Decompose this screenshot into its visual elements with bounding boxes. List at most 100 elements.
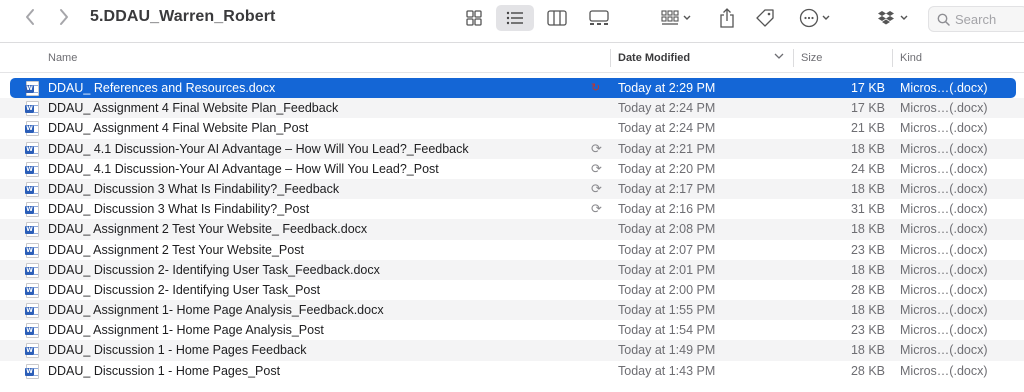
word-document-icon: W xyxy=(25,141,39,157)
file-row[interactable]: W DDAU_ Assignment 1- Home Page Analysis_… xyxy=(0,320,1024,340)
sync-status-icon: ⟳ xyxy=(591,160,602,176)
file-date-modified: Today at 2:21 PM xyxy=(618,141,716,156)
file-size: 18 KB xyxy=(850,141,885,156)
search-input[interactable] xyxy=(955,11,1024,27)
file-date-modified: Today at 2:24 PM xyxy=(618,121,716,136)
file-size: 28 KB xyxy=(850,363,885,378)
file-size: 18 KB xyxy=(850,303,885,318)
word-document-icon: W xyxy=(25,181,39,197)
gallery-icon xyxy=(589,10,609,25)
word-document-icon: W xyxy=(25,202,39,218)
share-button[interactable] xyxy=(716,5,738,31)
file-row[interactable]: W DDAU_ Assignment 2 Test Your Website_Po… xyxy=(0,240,1024,260)
file-row[interactable]: W DDAU_ 4.1 Discussion-Your AI Advantage … xyxy=(0,159,1024,179)
file-kind: Micros…(.docx) xyxy=(900,303,988,318)
file-name: DDAU_ 4.1 Discussion-Your AI Advantage –… xyxy=(48,141,469,156)
file-date-modified: Today at 2:29 PM xyxy=(618,81,716,95)
list-view-button[interactable] xyxy=(496,5,534,31)
window-title: 5.DDAU_Warren_Robert xyxy=(90,8,276,25)
header-divider xyxy=(0,72,1024,73)
file-date-modified: Today at 2:07 PM xyxy=(618,242,716,257)
file-name: DDAU_ Discussion 3 What Is Findability?_… xyxy=(48,202,310,217)
file-row[interactable]: W DDAU_ Discussion 1 - Home Pages_Post Tod… xyxy=(0,361,1024,381)
file-name: DDAU_ Assignment 1- Home Page Analysis_P… xyxy=(48,323,324,338)
file-date-modified: Today at 2:17 PM xyxy=(618,181,716,196)
column-header-name[interactable]: Name xyxy=(48,44,77,72)
file-size: 18 KB xyxy=(850,343,885,358)
word-document-icon: W xyxy=(25,222,39,238)
share-icon xyxy=(720,8,734,28)
group-button[interactable] xyxy=(658,5,698,31)
column-view-button[interactable] xyxy=(538,5,576,31)
tag-icon xyxy=(756,9,774,27)
sync-status-icon: ⟳ xyxy=(591,180,602,196)
file-row[interactable]: W DDAU_ Discussion 2- Identifying User Ta… xyxy=(0,259,1024,280)
group-by-icon xyxy=(661,10,691,25)
list-icon xyxy=(506,11,523,25)
file-row[interactable]: W DDAU_ References and Resources.docx ↻ Tod… xyxy=(10,78,1016,99)
word-document-icon: W xyxy=(25,282,39,298)
file-kind: Micros…(.docx) xyxy=(900,242,988,257)
column-divider[interactable] xyxy=(892,49,893,67)
word-document-icon: W xyxy=(25,343,39,359)
file-size: 24 KB xyxy=(850,161,885,176)
search-icon xyxy=(937,13,950,26)
file-row[interactable]: W DDAU_ Assignment 2 Test Your Website_ F… xyxy=(0,219,1024,240)
file-date-modified: Today at 1:43 PM xyxy=(618,363,716,378)
file-row[interactable]: W DDAU_ Discussion 2- Identifying User Ta… xyxy=(0,280,1024,300)
file-kind: Micros…(.docx) xyxy=(900,282,988,297)
file-kind: Micros…(.docx) xyxy=(900,101,988,116)
file-size: 28 KB xyxy=(850,282,885,297)
file-date-modified: Today at 2:24 PM xyxy=(618,101,716,116)
icon-view-button[interactable] xyxy=(455,5,493,31)
file-date-modified: Today at 2:20 PM xyxy=(618,161,716,176)
sync-status-icon: ⟳ xyxy=(591,201,602,217)
word-document-icon: W xyxy=(25,323,39,339)
file-kind: Micros…(.docx) xyxy=(900,343,988,358)
file-row[interactable]: W DDAU_ Discussion 3 What Is Findability?… xyxy=(0,199,1024,219)
file-size: 18 KB xyxy=(850,181,885,196)
tag-button[interactable] xyxy=(754,5,776,31)
file-row[interactable]: W DDAU_ Assignment 4 Final Website Plan_F… xyxy=(0,98,1024,119)
file-name: DDAU_ References and Resources.docx xyxy=(48,81,276,95)
file-kind: Micros…(.docx) xyxy=(900,323,988,338)
dropbox-button[interactable] xyxy=(876,5,912,31)
word-document-icon: W xyxy=(25,161,39,177)
file-size: 17 KB xyxy=(850,81,885,95)
column-header-size[interactable]: Size xyxy=(801,44,822,72)
chevron-right-icon[interactable] xyxy=(54,8,74,28)
sort-chevron-down-icon xyxy=(774,52,784,63)
file-row[interactable]: W DDAU_ Discussion 3 What Is Findability?… xyxy=(0,178,1024,200)
file-name: DDAU_ 4.1 Discussion-Your AI Advantage –… xyxy=(48,161,439,176)
file-row[interactable]: W DDAU_ Discussion 1 - Home Pages Feedbac… xyxy=(0,340,1024,361)
file-name: DDAU_ Discussion 3 What Is Findability?_… xyxy=(48,181,340,196)
column-header-kind[interactable]: Kind xyxy=(900,44,922,72)
column-divider[interactable] xyxy=(610,49,611,67)
file-size: 31 KB xyxy=(850,202,885,217)
file-size: 23 KB xyxy=(850,242,885,257)
file-kind: Micros…(.docx) xyxy=(900,141,988,156)
file-name: DDAU_ Discussion 2- Identifying User Tas… xyxy=(48,282,321,297)
file-row[interactable]: W DDAU_ 4.1 Discussion-Your AI Advantage … xyxy=(0,138,1024,159)
file-name: DDAU_ Assignment 2 Test Your Website_ Fe… xyxy=(48,222,368,237)
file-date-modified: Today at 1:55 PM xyxy=(618,303,716,318)
file-name: DDAU_ Assignment 4 Final Website Plan_Fe… xyxy=(48,101,339,116)
column-header-date-modified[interactable]: Date Modified xyxy=(618,44,690,72)
column-divider[interactable] xyxy=(793,49,794,67)
file-size: 23 KB xyxy=(850,323,885,338)
columns-icon xyxy=(547,10,567,26)
file-kind: Micros…(.docx) xyxy=(900,121,988,136)
file-kind: Micros…(.docx) xyxy=(900,181,988,196)
file-kind: Micros…(.docx) xyxy=(900,202,988,217)
file-size: 17 KB xyxy=(850,101,885,116)
file-row[interactable]: W DDAU_ Assignment 1- Home Page Analysis_… xyxy=(0,300,1024,321)
ellipsis-circle-icon xyxy=(799,8,830,28)
file-kind: Micros…(.docx) xyxy=(900,262,988,277)
file-kind: Micros…(.docx) xyxy=(900,363,988,378)
gallery-view-button[interactable] xyxy=(580,5,618,31)
action-button[interactable] xyxy=(798,5,834,31)
file-row[interactable]: W DDAU_ Assignment 4 Final Website Plan_P… xyxy=(0,118,1024,138)
chevron-left-icon[interactable] xyxy=(20,8,40,28)
search-field[interactable] xyxy=(928,6,1024,32)
sync-status-icon: ↻ xyxy=(591,82,601,94)
